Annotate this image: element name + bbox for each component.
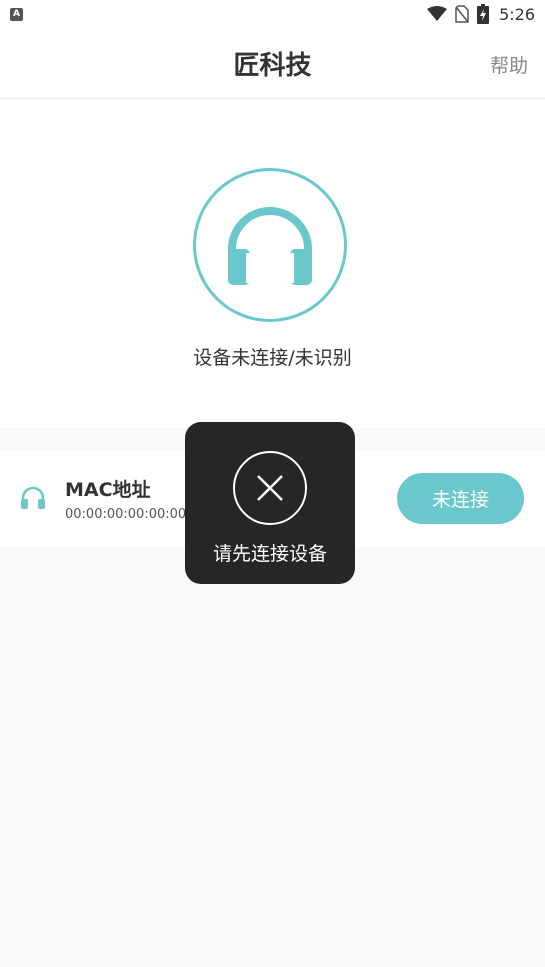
- app-header: 匠科技 帮助: [0, 28, 545, 99]
- mac-address-label: MAC地址: [65, 479, 151, 501]
- battery-charging-icon: [477, 4, 490, 24]
- wifi-icon: [427, 6, 448, 21]
- no-sim-icon: [455, 5, 469, 23]
- mac-address-value: 00:00:00:00:00:00: [65, 507, 187, 522]
- headphones-icon: [228, 207, 312, 285]
- toast-message: 请先连接设备: [185, 422, 355, 584]
- page-title: 匠科技: [233, 51, 312, 81]
- toast-text: 请先连接设备: [212, 543, 327, 565]
- notification-a-icon: A: [10, 7, 23, 21]
- connect-button[interactable]: 未连接: [397, 473, 524, 524]
- headphones-status-badge: [193, 168, 347, 322]
- status-time: 5:26: [499, 4, 535, 24]
- help-button[interactable]: 帮助: [490, 51, 528, 78]
- headphones-icon: [21, 486, 45, 509]
- connection-status-text: 设备未连接/未识别: [193, 347, 352, 369]
- close-icon: [257, 475, 283, 501]
- toast-icon-ring: [233, 451, 307, 525]
- status-bar: A 5:26: [0, 0, 545, 28]
- device-status-panel: 设备未连接/未识别: [0, 100, 545, 428]
